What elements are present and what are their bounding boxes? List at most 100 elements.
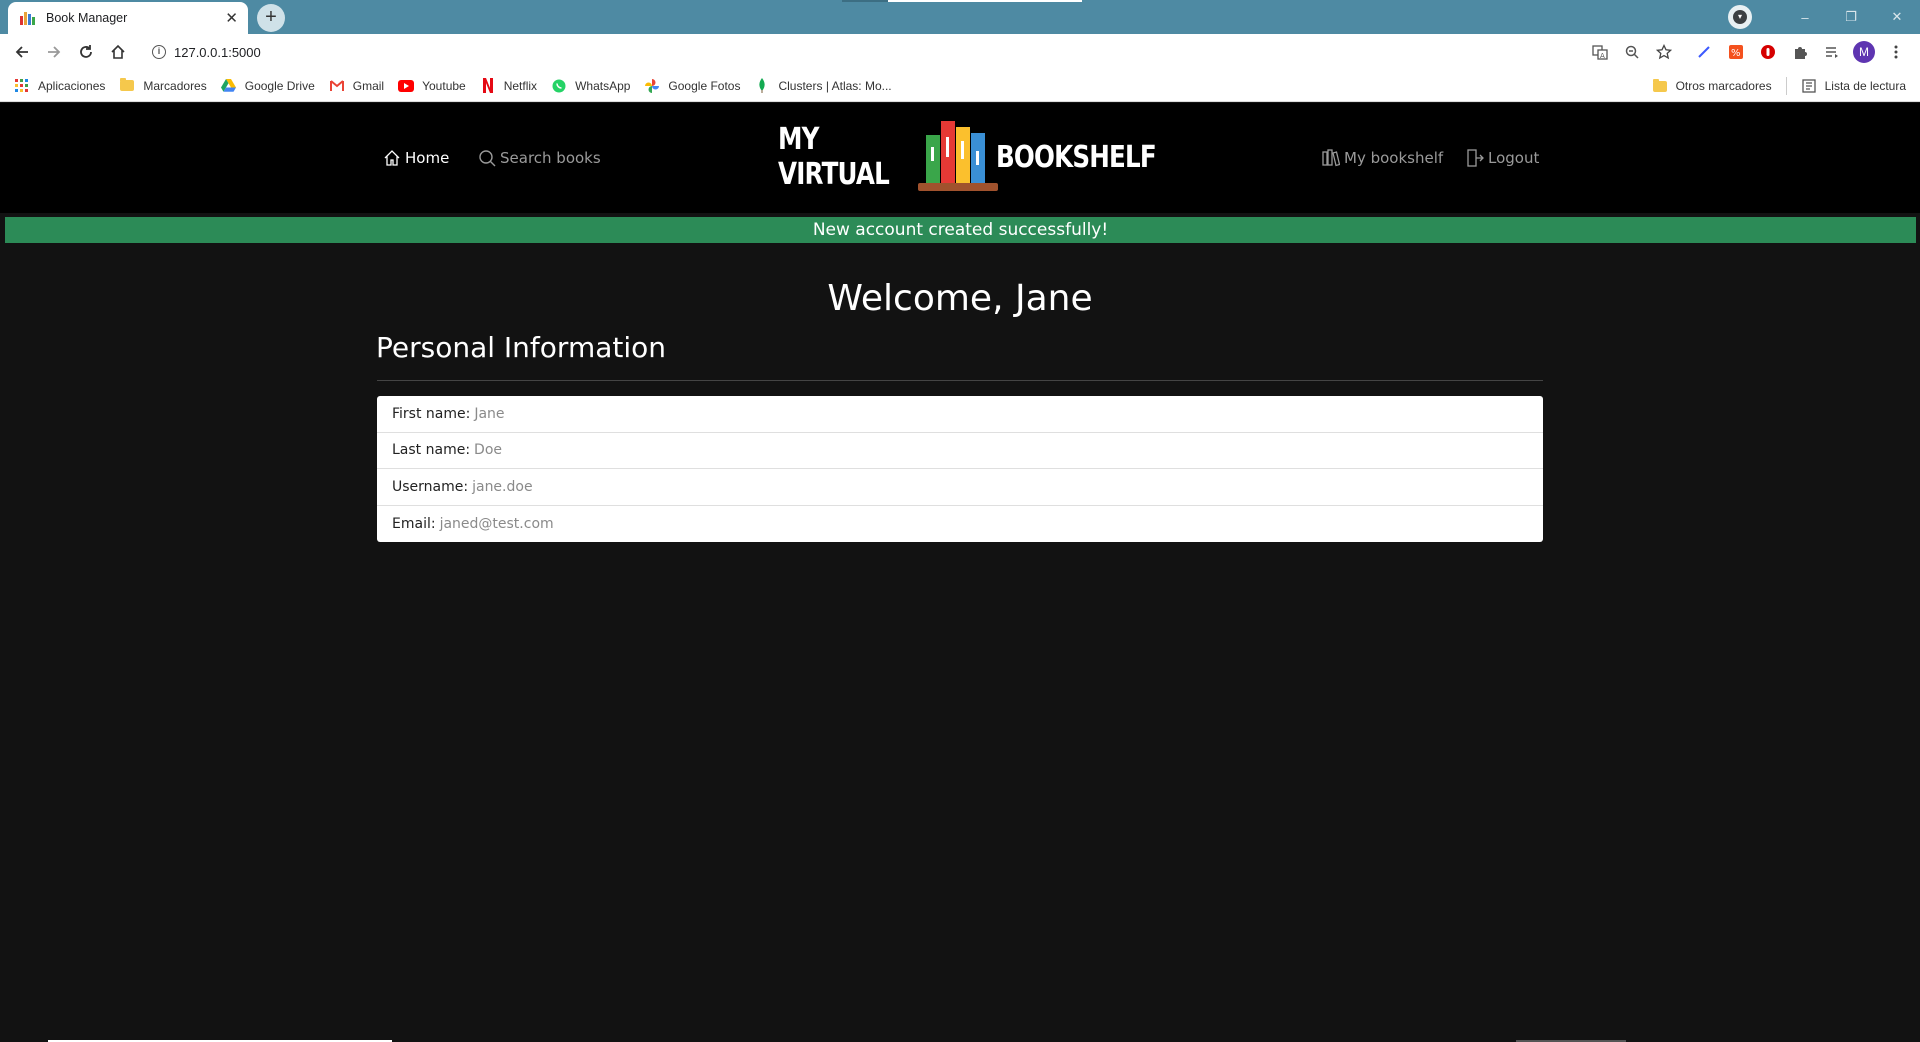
chevron-down-icon: ▾ <box>1733 10 1747 24</box>
svg-text:A: A <box>1600 52 1605 60</box>
playlist-icon <box>1826 47 1838 58</box>
tab-close-icon[interactable]: ✕ <box>225 11 238 26</box>
arrow-left-icon <box>15 46 28 58</box>
netflix-icon <box>480 78 496 94</box>
bookmarks-divider <box>1785 77 1787 95</box>
field-label: Last name: <box>392 442 471 459</box>
field-label: First name: <box>392 405 471 422</box>
bookshelf-favicon-icon <box>20 11 36 25</box>
extension-discount[interactable]: % <box>1720 38 1752 66</box>
bookmark-netflix[interactable]: Netflix <box>480 78 537 94</box>
folder-icon <box>1652 78 1668 94</box>
logo-text-right: BOOKSHELF <box>996 139 1157 175</box>
bookmark-label: Netflix <box>503 78 538 93</box>
bookmark-apps[interactable]: Aplicaciones <box>14 78 105 94</box>
bookmark-marcadores[interactable]: Marcadores <box>119 78 207 94</box>
new-tab-button[interactable]: + <box>257 4 285 32</box>
extension-pen[interactable] <box>1688 38 1720 66</box>
bookshelf-logo-icon <box>918 121 998 191</box>
reading-list-button[interactable] <box>1816 38 1848 66</box>
personal-info-list: First name: Jane Last name: Doe Username… <box>377 396 1543 542</box>
home-button[interactable] <box>102 36 134 68</box>
bookmark-label: Marcadores <box>143 78 207 93</box>
field-label: Email: <box>392 515 436 532</box>
reload-icon <box>80 45 92 58</box>
minimize-button[interactable]: – <box>1782 10 1828 25</box>
back-button[interactable] <box>6 36 38 68</box>
nav-logout-link[interactable]: Logout <box>1466 149 1539 167</box>
gmail-icon <box>329 78 345 94</box>
bookmark-whatsapp[interactable]: WhatsApp <box>551 78 630 94</box>
translate-button[interactable]: A <box>1584 38 1616 66</box>
success-alert: New account created successfully! <box>5 217 1916 243</box>
list-item-email: Email: janed@test.com <box>377 506 1543 543</box>
browser-tab[interactable]: Book Manager ✕ <box>8 2 248 34</box>
site-header: Home Search books MY VIRTUAL BOOKSHELF M… <box>0 103 1920 213</box>
puzzle-icon <box>1795 47 1807 59</box>
reading-list-icon <box>1801 78 1817 94</box>
nav-my-bookshelf-link[interactable]: My bookshelf <box>1322 149 1443 167</box>
bookmark-label: Google Fotos <box>668 78 741 93</box>
bookmark-gmail[interactable]: Gmail <box>329 78 384 94</box>
google-drive-icon <box>221 78 237 94</box>
field-label: Username: <box>392 478 469 495</box>
field-value: jane.doe <box>472 478 533 495</box>
nav-home-link[interactable]: Home <box>383 149 449 167</box>
whatsapp-icon <box>551 78 567 94</box>
nav-logout-label: Logout <box>1488 149 1540 167</box>
kebab-menu-icon <box>1894 45 1898 59</box>
search-icon <box>479 150 496 167</box>
field-value: Doe <box>474 442 503 459</box>
bookmark-google-fotos[interactable]: Google Fotos <box>644 78 740 94</box>
mongodb-leaf-icon <box>754 78 770 94</box>
logout-door-icon <box>1467 149 1484 167</box>
bookmark-youtube[interactable]: Youtube <box>398 78 466 94</box>
star-icon <box>1656 44 1672 60</box>
tab-title: Book Manager <box>46 11 128 25</box>
home-icon <box>111 44 125 59</box>
nav-search-label: Search books <box>500 149 601 167</box>
site-logo[interactable]: MY VIRTUAL BOOKSHELF <box>778 117 1191 197</box>
restore-button[interactable]: ❐ <box>1828 9 1874 25</box>
extensions-button[interactable] <box>1784 38 1816 66</box>
profile-button[interactable]: M <box>1848 38 1880 66</box>
pen-icon <box>1698 46 1710 58</box>
bookmark-label: WhatsApp <box>575 78 631 93</box>
youtube-icon <box>398 78 415 94</box>
list-item-username: Username: jane.doe <box>377 469 1543 506</box>
field-value: Jane <box>474 405 505 422</box>
bookmark-otros-marcadores[interactable]: Otros marcadores <box>1652 78 1772 94</box>
bookmark-google-drive[interactable]: Google Drive <box>221 78 315 94</box>
tab-strip-indicator <box>842 0 888 2</box>
zoom-out-icon <box>1625 45 1639 59</box>
address-bar[interactable]: i 127.0.0.1:5000 <box>140 38 1570 66</box>
tab-search-button[interactable]: ▾ <box>1728 5 1752 29</box>
translate-icon: A <box>1592 45 1608 60</box>
menu-button[interactable] <box>1880 38 1912 66</box>
reload-button[interactable] <box>70 36 102 68</box>
forward-button[interactable] <box>38 36 70 68</box>
section-divider <box>377 380 1543 381</box>
bookmark-mongodb-atlas[interactable]: Clusters | Atlas: Mo... <box>754 78 892 94</box>
zoom-button[interactable] <box>1616 38 1648 66</box>
bookmark-star-button[interactable] <box>1648 38 1680 66</box>
close-window-button[interactable]: ✕ <box>1874 9 1920 25</box>
list-item-last-name: Last name: Doe <box>377 433 1543 469</box>
nav-my-bookshelf-label: My bookshelf <box>1344 149 1444 167</box>
site-info-icon[interactable]: i <box>152 45 166 59</box>
personal-information-heading: Personal Information <box>376 331 667 364</box>
list-item-first-name: First name: Jane <box>377 396 1543 433</box>
google-photos-icon <box>644 78 660 94</box>
bookmark-label: Aplicaciones <box>38 78 106 93</box>
browser-toolbar: i 127.0.0.1:5000 A % M <box>0 34 1920 70</box>
nav-search-link[interactable]: Search books <box>478 149 601 167</box>
bookmark-label: Gmail <box>352 78 385 93</box>
nav-home-label: Home <box>405 149 450 167</box>
welcome-heading: Welcome, Jane <box>827 278 1093 319</box>
bookmark-label: Youtube <box>422 78 466 93</box>
bookmark-label: Google Drive <box>244 78 315 93</box>
url-text: 127.0.0.1:5000 <box>174 44 261 60</box>
svg-text:%: % <box>1731 48 1741 59</box>
extension-adblock[interactable] <box>1752 38 1784 66</box>
reading-list-link[interactable]: Lista de lectura <box>1801 78 1906 94</box>
